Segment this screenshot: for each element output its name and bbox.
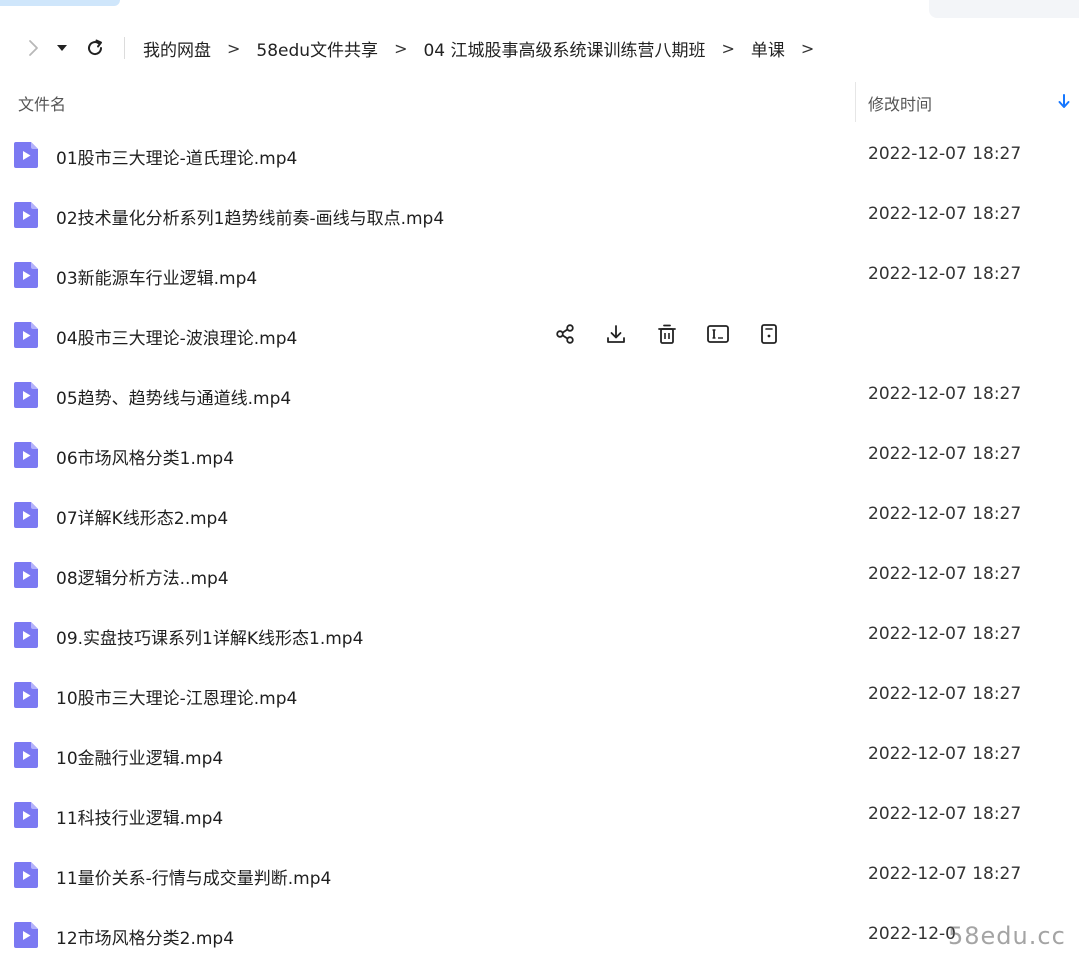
- file-name[interactable]: 10股市三大理论-江恩理论.mp4: [56, 684, 297, 709]
- breadcrumb: 我的网盘 >58edu文件共享 >04 江城股事高级系统课训练营八期班 > 单课 >: [141, 36, 828, 61]
- file-modified-time: 2022-12-07 18:27: [868, 864, 1022, 884]
- file-name[interactable]: 12市场风格分类2.mp4: [56, 924, 234, 949]
- breadcrumb-item[interactable]: 04 江城股事高级系统课训练营八期班: [421, 36, 707, 61]
- file-row[interactable]: 10金融行业逻辑.mp4 2022-12-07 18:27: [0, 724, 1079, 784]
- share-icon: [556, 324, 574, 344]
- download-button[interactable]: [601, 321, 631, 347]
- file-modified-time: 2022-12-07 18:27: [868, 684, 1022, 704]
- download-icon: [607, 325, 625, 343]
- active-tab-hint[interactable]: [0, 0, 120, 6]
- refresh-icon: [88, 39, 103, 56]
- file-name[interactable]: 02技术量化分析系列1趋势线前奏-画线与取点.mp4: [56, 204, 444, 229]
- file-row[interactable]: 04股市三大理论-波浪理论.mp4: [0, 304, 1079, 364]
- file-row[interactable]: 02技术量化分析系列1趋势线前奏-画线与取点.mp4 2022-12-07 18:…: [0, 184, 1079, 244]
- caret-down-icon: [57, 45, 67, 51]
- forward-button[interactable]: [16, 31, 50, 65]
- file-modified-time: 2022-12-0: [868, 924, 956, 944]
- video-file-icon: [14, 322, 38, 348]
- breadcrumb-separator: >: [227, 38, 241, 58]
- file-name[interactable]: 06市场风格分类1.mp4: [56, 444, 234, 469]
- column-header-name[interactable]: 文件名: [18, 91, 66, 115]
- video-file-icon: [14, 622, 38, 648]
- video-file-icon: [14, 142, 38, 168]
- file-name[interactable]: 03新能源车行业逻辑.mp4: [56, 264, 257, 289]
- file-modified-time: 2022-12-07 18:27: [868, 744, 1022, 764]
- file-row[interactable]: 10股市三大理论-江恩理论.mp4 2022-12-07 18:27: [0, 664, 1079, 724]
- navigation-bar: 我的网盘 >58edu文件共享 >04 江城股事高级系统课训练营八期班 > 单课 >: [0, 26, 1079, 70]
- column-divider[interactable]: [855, 82, 856, 122]
- breadcrumb-item[interactable]: 我的网盘: [141, 36, 213, 61]
- top-strip: [0, 0, 1079, 18]
- file-name[interactable]: 05趋势、趋势线与通道线.mp4: [56, 384, 291, 409]
- rename-icon: [707, 325, 729, 343]
- list-header: 文件名 修改时间: [0, 78, 1079, 124]
- file-modified-time: 2022-12-07 18:27: [868, 144, 1022, 164]
- file-row[interactable]: 05趋势、趋势线与通道线.mp4 2022-12-07 18:27: [0, 364, 1079, 424]
- file-name[interactable]: 10金融行业逻辑.mp4: [56, 744, 223, 769]
- file-modified-time: 2022-12-07 18:27: [868, 384, 1022, 404]
- breadcrumb-item[interactable]: 58edu文件共享: [254, 36, 380, 61]
- file-modified-time: 2022-12-07 18:27: [868, 204, 1022, 224]
- file-modified-time: 2022-12-07 18:27: [868, 564, 1022, 584]
- file-row[interactable]: 12市场风格分类2.mp4 2022-12-0: [0, 904, 1079, 964]
- video-file-icon: [14, 442, 38, 468]
- video-file-icon: [14, 562, 38, 588]
- video-file-icon: [14, 262, 38, 288]
- video-file-icon: [14, 922, 38, 948]
- video-file-icon: [14, 502, 38, 528]
- file-row[interactable]: 11科技行业逻辑.mp4 2022-12-07 18:27: [0, 784, 1079, 844]
- file-row[interactable]: 08逻辑分析方法..mp4 2022-12-07 18:27: [0, 544, 1079, 604]
- breadcrumb-item[interactable]: 单课: [749, 36, 787, 61]
- file-row[interactable]: 03新能源车行业逻辑.mp4 2022-12-07 18:27: [0, 244, 1079, 304]
- delete-button[interactable]: [652, 321, 682, 347]
- video-file-icon: [14, 802, 38, 828]
- watermark: 58edu.cc: [948, 922, 1066, 950]
- file-row[interactable]: 07详解K线形态2.mp4 2022-12-07 18:27: [0, 484, 1079, 544]
- file-name[interactable]: 07详解K线形态2.mp4: [56, 504, 228, 529]
- rename-button[interactable]: [703, 321, 733, 347]
- file-name[interactable]: 01股市三大理论-道氏理论.mp4: [56, 144, 297, 169]
- nav-divider: [124, 37, 125, 59]
- file-name[interactable]: 11量价关系-行情与成交量判断.mp4: [56, 864, 331, 889]
- file-list: 01股市三大理论-道氏理论.mp4 2022-12-07 18:27 02技术量化分…: [0, 124, 1079, 964]
- details-button[interactable]: [754, 321, 784, 347]
- file-name[interactable]: 08逻辑分析方法..mp4: [56, 564, 229, 589]
- video-file-icon: [14, 202, 38, 228]
- file-modified-time: 2022-12-07 18:27: [868, 504, 1022, 524]
- file-modified-time: 2022-12-07 18:27: [868, 624, 1022, 644]
- share-button[interactable]: [550, 321, 580, 347]
- video-file-icon: [14, 682, 38, 708]
- video-file-icon: [14, 742, 38, 768]
- breadcrumb-separator: >: [394, 38, 408, 58]
- delete-icon: [658, 324, 676, 344]
- row-actions: [550, 321, 784, 347]
- file-name[interactable]: 04股市三大理论-波浪理论.mp4: [56, 324, 297, 349]
- video-file-icon: [14, 862, 38, 888]
- file-modified-time: 2022-12-07 18:27: [868, 264, 1022, 284]
- file-row[interactable]: 06市场风格分类1.mp4 2022-12-07 18:27: [0, 424, 1079, 484]
- file-name[interactable]: 11科技行业逻辑.mp4: [56, 804, 223, 829]
- file-row[interactable]: 09.实盘技巧课系列1详解K线形态1.mp4 2022-12-07 18:27: [0, 604, 1079, 664]
- history-dropdown-button[interactable]: [50, 31, 74, 65]
- sort-descending-icon[interactable]: [1056, 90, 1072, 112]
- file-modified-time: 2022-12-07 18:27: [868, 804, 1022, 824]
- column-header-modified[interactable]: 修改时间: [868, 91, 932, 115]
- file-name[interactable]: 09.实盘技巧课系列1详解K线形态1.mp4: [56, 624, 363, 649]
- top-right-control[interactable]: [929, 0, 1079, 18]
- file-row[interactable]: 01股市三大理论-道氏理论.mp4 2022-12-07 18:27: [0, 124, 1079, 184]
- file-modified-time: 2022-12-07 18:27: [868, 444, 1022, 464]
- details-icon: [761, 324, 777, 344]
- breadcrumb-separator: >: [800, 38, 815, 58]
- video-file-icon: [14, 382, 38, 408]
- breadcrumb-separator: >: [721, 38, 735, 58]
- refresh-button[interactable]: [78, 31, 112, 65]
- chevron-right-icon: [29, 40, 38, 56]
- file-row[interactable]: 11量价关系-行情与成交量判断.mp4 2022-12-07 18:27: [0, 844, 1079, 904]
